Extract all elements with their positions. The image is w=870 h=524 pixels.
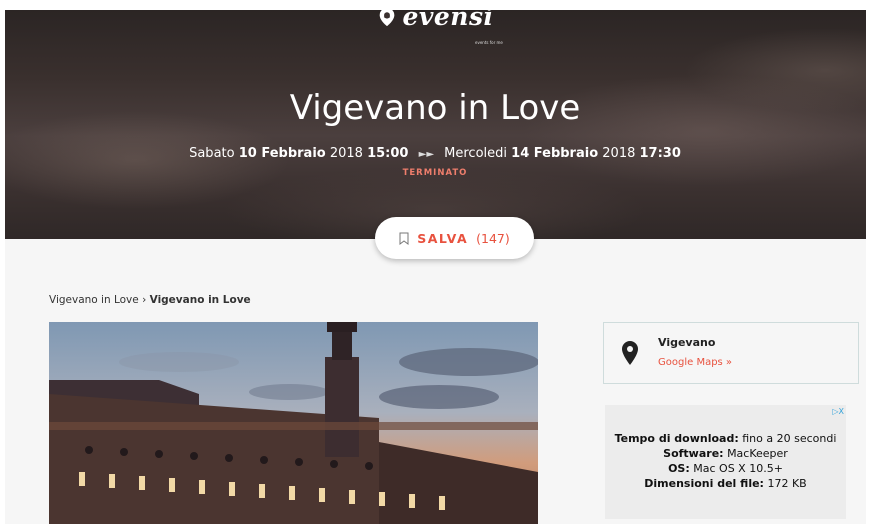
map-pin-icon — [622, 341, 638, 365]
ad-line2-value: MacKeeper — [727, 447, 788, 460]
end-day: Mercoledi — [444, 146, 508, 161]
ad-line4-label: Dimensioni del file: — [644, 477, 764, 490]
ad-line1-label: Tempo di download: — [614, 432, 739, 445]
event-title: Vigevano in Love — [289, 88, 581, 128]
event-dates: Sabato 10 Febbraio 2018 15:00 ►► Mercole… — [0, 146, 870, 161]
event-page: evensi events for me Vigevano in Love Sa… — [0, 0, 870, 524]
start-year: 2018 — [329, 146, 363, 161]
logo-tagline: events for me — [475, 40, 503, 45]
adchoices-icon[interactable]: ▷X — [832, 407, 844, 416]
breadcrumb: Vigevano in Love › Vigevano in Love — [49, 294, 251, 306]
event-photo[interactable] — [49, 322, 538, 524]
start-date: 10 Febbraio — [238, 146, 326, 161]
ad-line2-label: Software: — [663, 447, 724, 460]
location-card: Vigevano Google Maps » — [603, 322, 859, 384]
date-range-arrow-icon: ►► — [418, 149, 435, 160]
end-year: 2018 — [602, 146, 636, 161]
ad-line3-value: Mac OS X 10.5+ — [693, 462, 783, 475]
advertisement[interactable]: ▷X Tempo di download: fino a 20 secondi … — [605, 405, 846, 519]
ad-line1-value: fino a 20 secondi — [742, 432, 837, 445]
location-name: Vigevano — [658, 336, 716, 349]
breadcrumb-current: Vigevano in Love — [149, 294, 251, 306]
google-maps-link[interactable]: Google Maps » — [658, 357, 732, 368]
ad-text: Tempo di download: fino a 20 secondi Sof… — [605, 431, 846, 491]
location-pin-logo-icon — [380, 7, 395, 26]
logo-wordmark: evensi — [402, 2, 494, 31]
evensi-logo[interactable]: evensi — [0, 2, 870, 32]
end-date: 14 Febbraio — [511, 146, 599, 161]
event-status-badge: TERMINATO — [402, 168, 468, 178]
ad-line3-label: OS: — [668, 462, 690, 475]
save-count: (147) — [476, 230, 510, 246]
end-time: 17:30 — [639, 146, 681, 161]
breadcrumb-item[interactable]: Vigevano in Love — [49, 294, 139, 306]
bookmark-icon — [399, 232, 409, 245]
start-day: Sabato — [189, 146, 235, 161]
castle-illustration — [49, 322, 538, 524]
ad-line4-value: 172 KB — [767, 477, 807, 490]
breadcrumb-separator: › — [142, 294, 147, 306]
save-button[interactable]: SALVA (147) — [375, 217, 534, 259]
start-time: 15:00 — [367, 146, 409, 161]
save-label: SALVA — [417, 230, 469, 246]
